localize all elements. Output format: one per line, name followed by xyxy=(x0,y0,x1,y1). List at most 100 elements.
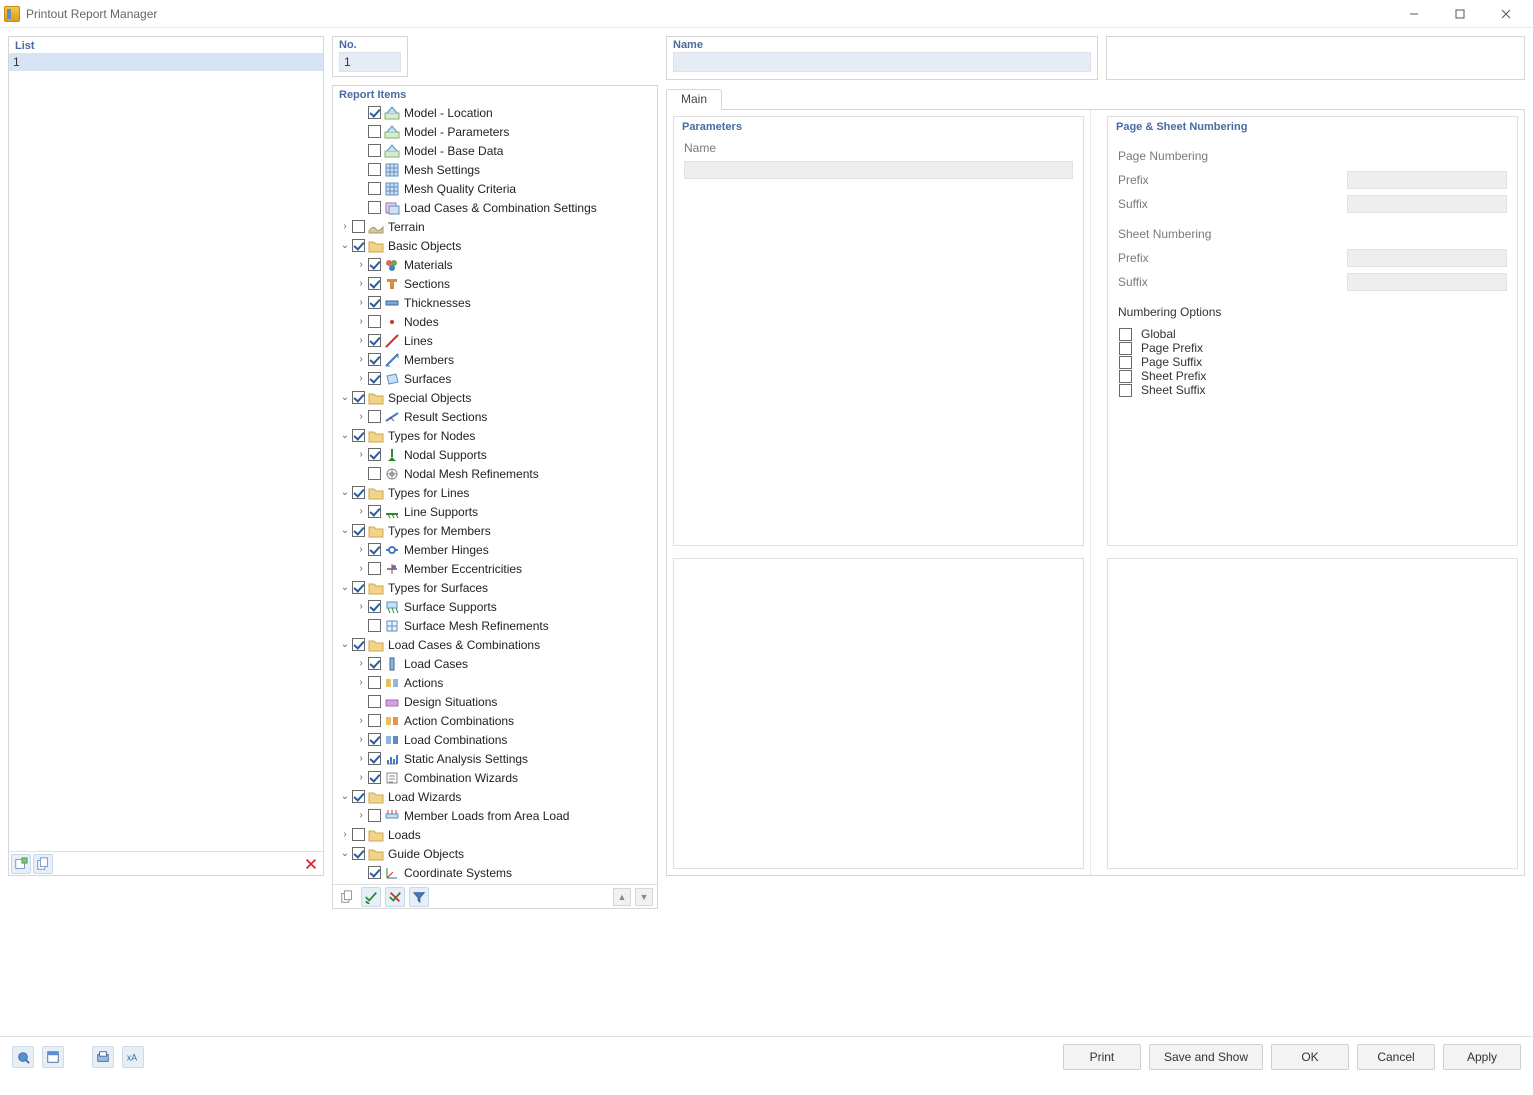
tree-node[interactable]: Model - Parameters xyxy=(333,122,657,141)
tree-checkbox[interactable] xyxy=(368,467,381,480)
tree-checkbox[interactable] xyxy=(368,201,381,214)
chevron-right-icon[interactable]: › xyxy=(355,316,367,327)
tree-node[interactable]: ⌄Types for Surfaces xyxy=(333,578,657,597)
tree-checkbox[interactable] xyxy=(352,790,365,803)
tree-node[interactable]: ›Members xyxy=(333,350,657,369)
tree-node[interactable]: ›Sections xyxy=(333,274,657,293)
chevron-down-icon[interactable]: ⌄ xyxy=(339,582,351,593)
tree-checkbox[interactable] xyxy=(368,182,381,195)
tree-checkbox[interactable] xyxy=(368,296,381,309)
tree-checkbox[interactable] xyxy=(368,448,381,461)
close-button[interactable] xyxy=(1483,0,1529,28)
tree-checkbox[interactable] xyxy=(368,144,381,157)
tree-checkbox[interactable] xyxy=(352,429,365,442)
tree-node[interactable]: ›Surfaces xyxy=(333,369,657,388)
chevron-right-icon[interactable]: › xyxy=(355,354,367,365)
chevron-right-icon[interactable]: › xyxy=(355,677,367,688)
tree-node[interactable]: Model - Base Data xyxy=(333,141,657,160)
tree-node[interactable]: Mesh Settings xyxy=(333,160,657,179)
tree-node[interactable]: Surface Mesh Refinements xyxy=(333,616,657,635)
tree-checkbox[interactable] xyxy=(352,581,365,594)
tree-checkbox[interactable] xyxy=(368,106,381,119)
page-suffix-input[interactable] xyxy=(1347,195,1507,213)
tree-checkbox[interactable] xyxy=(368,600,381,613)
save-and-show-button[interactable]: Save and Show xyxy=(1149,1044,1263,1070)
tree-node[interactable]: ›Actions xyxy=(333,673,657,692)
tree-node[interactable]: ›Lines xyxy=(333,331,657,350)
tree-node[interactable]: Model - Location xyxy=(333,103,657,122)
option-checkbox[interactable] xyxy=(1119,342,1132,355)
tree-node[interactable]: ⌄Types for Members xyxy=(333,521,657,540)
tree-checkbox[interactable] xyxy=(368,676,381,689)
select-all-button[interactable] xyxy=(361,887,381,907)
tree-checkbox[interactable] xyxy=(368,809,381,822)
tree-checkbox[interactable] xyxy=(352,220,365,233)
tree-checkbox[interactable] xyxy=(352,239,365,252)
tree-node[interactable]: ›Loads xyxy=(333,825,657,844)
tree-checkbox[interactable] xyxy=(368,866,381,879)
chevron-right-icon[interactable]: › xyxy=(355,810,367,821)
chevron-right-icon[interactable]: › xyxy=(355,449,367,460)
move-up-button[interactable]: ▲ xyxy=(613,888,631,906)
sheet-prefix-input[interactable] xyxy=(1347,249,1507,267)
chevron-right-icon[interactable]: › xyxy=(355,278,367,289)
list-item[interactable]: 1 xyxy=(9,53,323,71)
chevron-down-icon[interactable]: ⌄ xyxy=(339,392,351,403)
chevron-right-icon[interactable]: › xyxy=(355,506,367,517)
tree-checkbox[interactable] xyxy=(368,163,381,176)
report-items-tree[interactable]: Model - LocationModel - ParametersModel … xyxy=(333,103,657,884)
tree-node[interactable]: ›Line Supports xyxy=(333,502,657,521)
tree-checkbox[interactable] xyxy=(368,277,381,290)
option-checkbox[interactable] xyxy=(1119,356,1132,369)
footer-tool-3[interactable] xyxy=(92,1046,114,1068)
name-field[interactable] xyxy=(673,52,1091,72)
tree-node[interactable]: ⌄Special Objects xyxy=(333,388,657,407)
tree-node[interactable]: ›Surface Supports xyxy=(333,597,657,616)
filter-button[interactable] xyxy=(409,887,429,907)
tree-checkbox[interactable] xyxy=(352,828,365,841)
chevron-right-icon[interactable]: › xyxy=(339,221,351,232)
tree-checkbox[interactable] xyxy=(368,410,381,423)
minimize-button[interactable] xyxy=(1391,0,1437,28)
tree-node[interactable]: ⌄Basic Objects xyxy=(333,236,657,255)
tree-checkbox[interactable] xyxy=(352,847,365,860)
tree-checkbox[interactable] xyxy=(352,391,365,404)
tree-checkbox[interactable] xyxy=(368,695,381,708)
tree-node[interactable]: ›Result Sections xyxy=(333,407,657,426)
tree-checkbox[interactable] xyxy=(368,334,381,347)
deselect-all-button[interactable] xyxy=(385,887,405,907)
tree-copy-button[interactable] xyxy=(337,887,357,907)
tree-checkbox[interactable] xyxy=(368,543,381,556)
tree-node[interactable]: ›Member Hinges xyxy=(333,540,657,559)
copy-report-button[interactable] xyxy=(33,854,53,874)
numbering-option[interactable]: Page Prefix xyxy=(1118,341,1507,355)
chevron-right-icon[interactable]: › xyxy=(355,601,367,612)
tree-node[interactable]: Coordinate Systems xyxy=(333,863,657,882)
tree-checkbox[interactable] xyxy=(368,315,381,328)
chevron-right-icon[interactable]: › xyxy=(355,734,367,745)
numbering-option[interactable]: Sheet Prefix xyxy=(1118,369,1507,383)
tree-checkbox[interactable] xyxy=(352,638,365,651)
tree-node[interactable]: ⌄Types for Lines xyxy=(333,483,657,502)
option-checkbox[interactable] xyxy=(1119,328,1132,341)
tree-node[interactable]: ›Materials xyxy=(333,255,657,274)
chevron-right-icon[interactable]: › xyxy=(355,658,367,669)
tree-checkbox[interactable] xyxy=(352,486,365,499)
maximize-button[interactable] xyxy=(1437,0,1483,28)
tree-node[interactable]: Nodal Mesh Refinements xyxy=(333,464,657,483)
tree-node[interactable]: ›Member Eccentricities xyxy=(333,559,657,578)
numbering-option[interactable]: Page Suffix xyxy=(1118,355,1507,369)
tree-checkbox[interactable] xyxy=(368,657,381,670)
chevron-down-icon[interactable]: ⌄ xyxy=(339,487,351,498)
footer-tool-1[interactable] xyxy=(12,1046,34,1068)
tree-node[interactable]: ›Load Combinations xyxy=(333,730,657,749)
chevron-right-icon[interactable]: › xyxy=(355,715,367,726)
chevron-down-icon[interactable]: ⌄ xyxy=(339,525,351,536)
option-checkbox[interactable] xyxy=(1119,384,1132,397)
chevron-right-icon[interactable]: › xyxy=(355,544,367,555)
footer-tool-2[interactable] xyxy=(42,1046,64,1068)
tree-checkbox[interactable] xyxy=(352,524,365,537)
tree-checkbox[interactable] xyxy=(368,714,381,727)
tree-node[interactable]: ⌄Guide Objects xyxy=(333,844,657,863)
tree-checkbox[interactable] xyxy=(368,733,381,746)
